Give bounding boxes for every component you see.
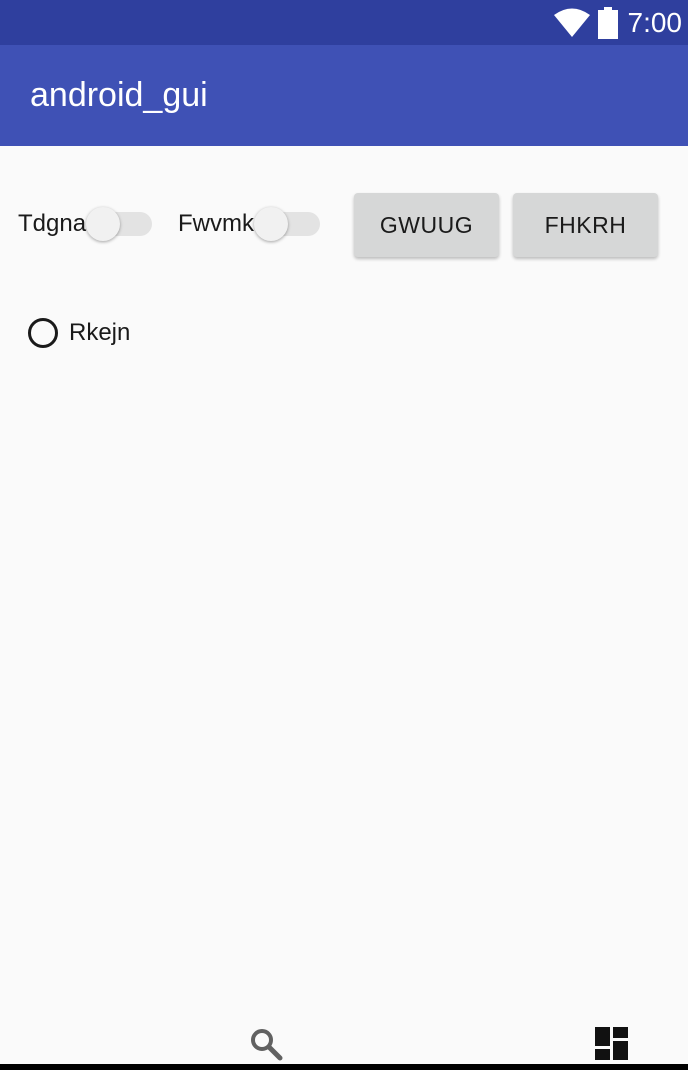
wifi-icon — [553, 8, 590, 37]
switch-label: Tdgna — [18, 210, 87, 237]
fhkrh-button[interactable]: FHKRH — [513, 193, 658, 257]
switch-toggle[interactable] — [253, 192, 322, 256]
switch-thumb — [86, 207, 121, 241]
status-time: 7:00 — [627, 7, 683, 38]
app-title: android_gui — [30, 76, 208, 114]
search-icon[interactable] — [249, 1027, 283, 1061]
switch-toggle[interactable] — [86, 192, 154, 256]
switch-fwvmk-row[interactable]: Fwvmk — [178, 192, 322, 256]
gwuug-button[interactable]: GWUUG — [354, 193, 499, 257]
radio-rkejn[interactable]: Rkejn — [28, 313, 130, 353]
dashboard-icon[interactable] — [595, 1027, 629, 1061]
battery-icon — [597, 7, 618, 39]
bottom-edge — [0, 1064, 688, 1070]
switch-label: Fwvmk — [178, 210, 254, 237]
app-bar: android_gui — [0, 45, 688, 146]
radio-label: Rkejn — [69, 319, 131, 346]
status-icons: 7:00 — [553, 4, 683, 42]
switch-thumb — [253, 207, 288, 241]
switch-tdgna-row[interactable]: Tdgna — [18, 192, 154, 256]
status-bar: 7:00 — [0, 0, 688, 45]
radio-circle[interactable] — [28, 318, 58, 348]
